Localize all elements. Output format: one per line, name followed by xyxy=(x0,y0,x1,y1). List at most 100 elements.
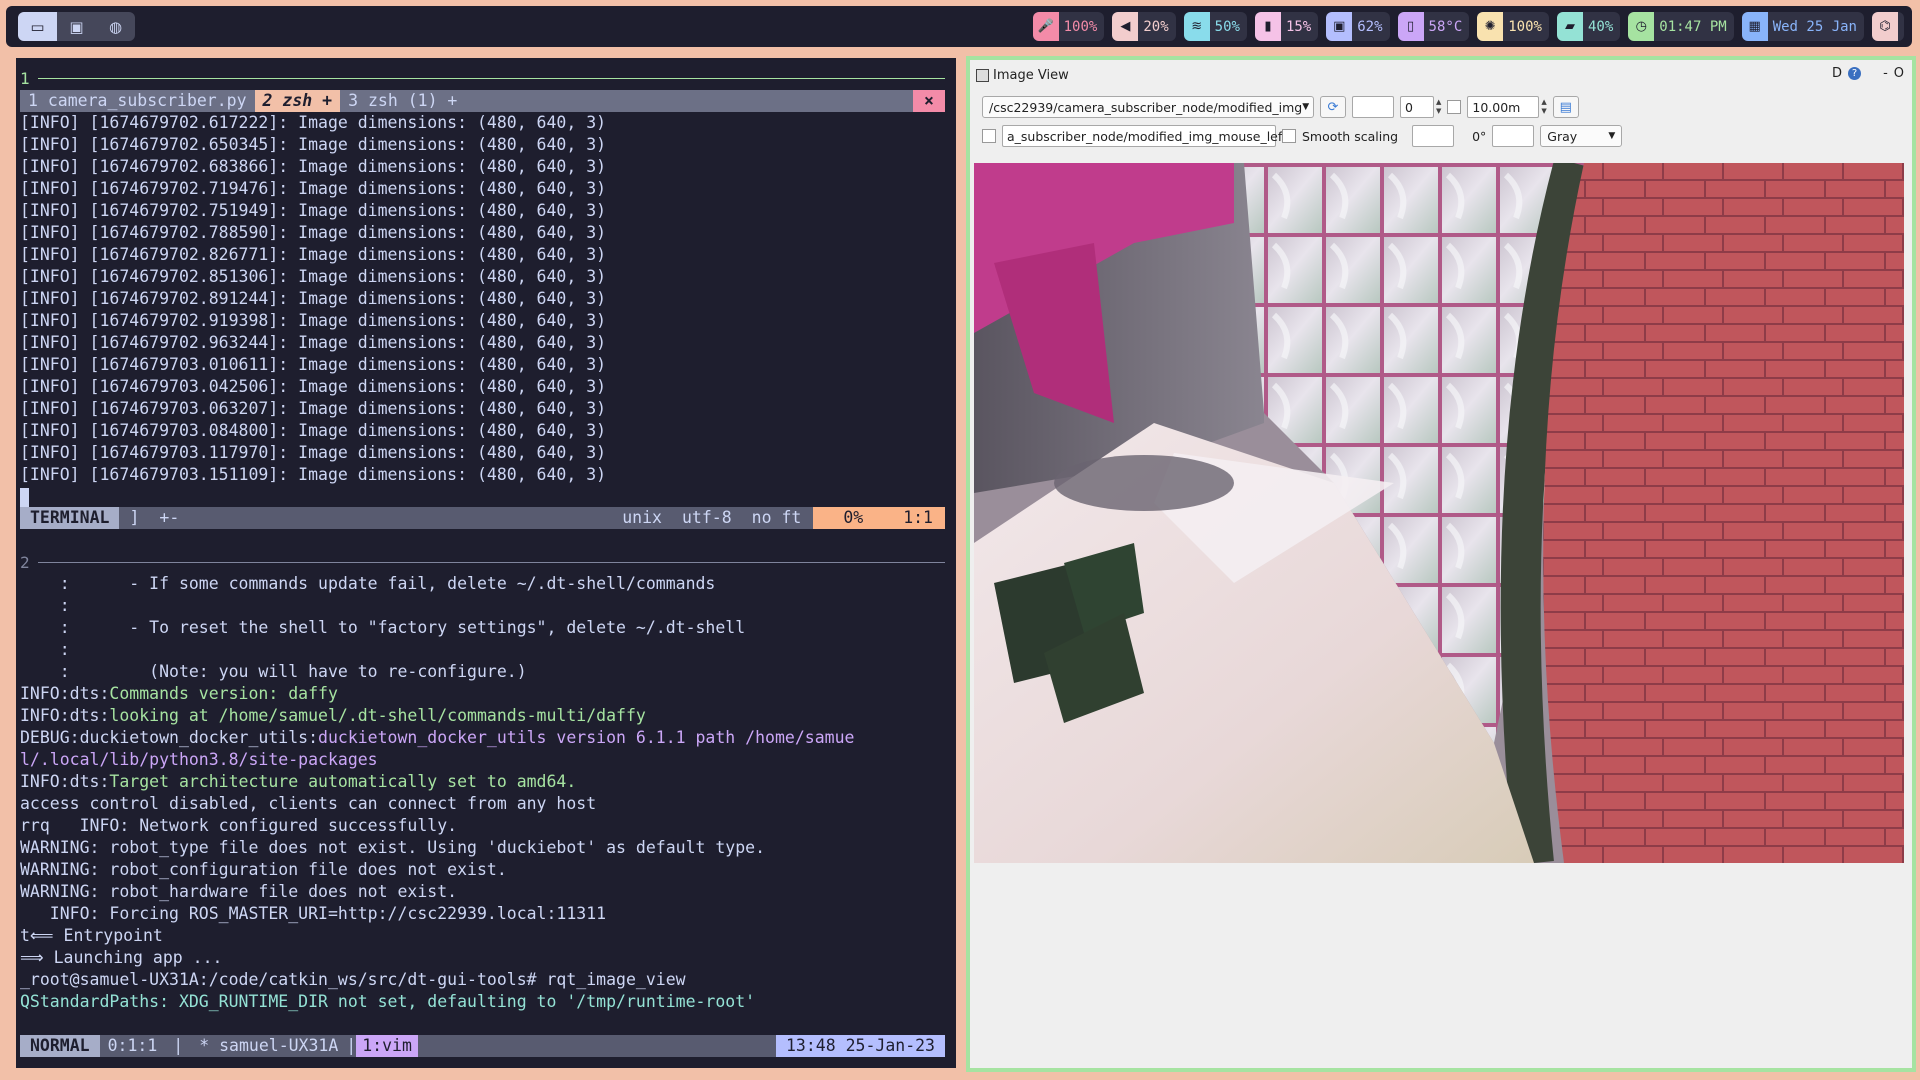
window-icon[interactable]: ▭ xyxy=(18,12,57,41)
status-percent: 0% xyxy=(843,508,864,527)
shell-line: INFO:dts:Target architecture automatical… xyxy=(20,771,854,793)
shell-line-text: QStandardPaths: XDG_RUNTIME_DIR not set,… xyxy=(20,992,756,1011)
globe-icon[interactable]: ◍ xyxy=(96,12,135,41)
status-value: 20% xyxy=(1143,18,1169,35)
status-value: 58°C xyxy=(1428,18,1463,35)
shell-line-text: looking at /home/samuel/.dt-shell/comman… xyxy=(109,706,646,725)
shell-line-prefix: WARNING: robot_configuration file does n… xyxy=(20,860,507,879)
log-line: [INFO] [1674679703.042506]: Image dimens… xyxy=(20,377,607,396)
tmux-session: 0:1:1 xyxy=(107,1036,158,1055)
status-bracket: ] xyxy=(129,508,140,527)
shell-line: WARNING: robot_hardware file does not ex… xyxy=(20,881,854,903)
window-separator-1: 1 xyxy=(20,67,945,89)
shell-line-prefix: INFO:dts: xyxy=(20,706,110,725)
help-icon[interactable]: ? xyxy=(1848,67,1862,80)
status-value: 62% xyxy=(1357,18,1383,35)
color-scheme-select[interactable]: Gray ▼ xyxy=(1540,125,1623,147)
value-field[interactable]: 0 xyxy=(1400,96,1434,118)
tmux-window-vim[interactable]: 1:vim xyxy=(356,1035,418,1057)
shell-line: access control disabled, clients can con… xyxy=(20,793,854,815)
blank-field-2[interactable] xyxy=(1412,125,1455,147)
log-line: [INFO] [1674679702.719476]: Image dimens… xyxy=(20,179,607,198)
tab-zsh-active[interactable]: 2 zsh + xyxy=(254,90,341,112)
max-range-field[interactable]: 10.00m xyxy=(1467,96,1540,118)
blank-field[interactable] xyxy=(1352,96,1394,118)
network-icon: ⌬ xyxy=(1872,12,1898,41)
text-cursor xyxy=(20,487,29,508)
mode-indicator: TERMINAL xyxy=(20,507,120,529)
status-right: unix utf-8 no ft 0% 1:1 xyxy=(612,507,945,529)
status-module[interactable]: ▮ 15% xyxy=(1254,12,1319,41)
status-module[interactable]: 🎤 100% xyxy=(1032,12,1105,41)
status-value: 100% xyxy=(1063,18,1098,35)
max-range-spinbox[interactable]: 10.00m ▲ ▼ xyxy=(1467,96,1547,118)
refresh-icon[interactable]: ⟳ xyxy=(1320,96,1346,118)
tmux-statusline: NORMAL 0:1:1 | * samuel-UX31A | 1:vim 13… xyxy=(20,1035,945,1057)
status-module[interactable]: ◀ 20% xyxy=(1112,12,1176,41)
log-output: [INFO] [1674679702.617222]: Image dimens… xyxy=(20,112,606,486)
close-tab-button[interactable]: × xyxy=(913,90,945,112)
vim-statusline: TERMINAL ] +- unix utf-8 no ft 0% 1:1 xyxy=(20,507,945,529)
status-module[interactable]: ◷ 01:47 PM xyxy=(1628,12,1734,41)
status-module[interactable]: ≋ 50% xyxy=(1183,12,1247,41)
calendar-icon: ▦ xyxy=(1741,12,1768,41)
thermometer-icon: ▯ xyxy=(1397,12,1424,41)
minimize-button[interactable]: - xyxy=(1883,66,1888,81)
window-number: 1 xyxy=(20,68,30,88)
mouse-topic-field[interactable]: a_subscriber_node/modified_img_mouse_lef… xyxy=(1002,125,1287,147)
status-value: Wed 25 Jan xyxy=(1772,18,1857,35)
mouse-publish-checkbox[interactable] xyxy=(982,129,996,143)
tab-camera-subscriber[interactable]: 1 camera_subscriber.py xyxy=(20,90,255,112)
battery-icon: ▰ xyxy=(1556,12,1583,41)
close-button[interactable]: O xyxy=(1894,66,1904,81)
range-checkbox[interactable] xyxy=(1447,100,1462,114)
brightness-icon: ✺ xyxy=(1477,12,1504,41)
status-module[interactable]: ▯ 58°C xyxy=(1397,12,1470,41)
log-line: [INFO] [1674679702.963244]: Image dimens… xyxy=(20,333,607,352)
shell-line: ⟹ Launching app ... xyxy=(20,947,854,969)
status-position: 1:1 xyxy=(903,508,933,527)
smooth-scaling-checkbox[interactable] xyxy=(1282,129,1296,143)
blank-field-3[interactable] xyxy=(1492,125,1535,147)
tmux-host: * samuel-UX31A xyxy=(199,1036,339,1055)
log-line: [INFO] [1674679703.084800]: Image dimens… xyxy=(20,421,607,440)
spin-arrows[interactable]: ▲ ▼ xyxy=(1436,98,1441,116)
log-line: [INFO] [1674679702.919398]: Image dimens… xyxy=(20,311,607,330)
shell-line: : (Note: you will have to re-configure.) xyxy=(20,661,854,683)
memory-icon: ▮ xyxy=(1254,12,1281,41)
value-spinbox[interactable]: 0 ▲ ▼ xyxy=(1400,96,1441,118)
shell-line-prefix: DEBUG:duckietown_docker_utils: xyxy=(20,728,319,747)
log-line: [INFO] [1674679702.826771]: Image dimens… xyxy=(20,245,607,264)
spin-arrows[interactable]: ▲ ▼ xyxy=(1541,98,1546,116)
shell-line: : - To reset the shell to "factory setti… xyxy=(20,617,854,639)
status-module[interactable]: ▰ 40% xyxy=(1556,12,1621,41)
status-module[interactable]: ✺ 100% xyxy=(1477,12,1549,41)
camera-image[interactable] xyxy=(974,163,1904,863)
shell-line-text: Target architecture automatically set to… xyxy=(109,772,577,791)
log-line: [INFO] [1674679702.788590]: Image dimens… xyxy=(20,223,607,242)
shell-line: INFO:dts:Commands version: daffy xyxy=(20,683,854,705)
window-title: Image View xyxy=(976,68,1069,83)
status-value: 40% xyxy=(1587,18,1614,35)
save-icon[interactable]: ▤ xyxy=(1552,96,1579,118)
dock-button[interactable]: D xyxy=(1832,66,1842,81)
shell-line: QStandardPaths: XDG_RUNTIME_DIR not set,… xyxy=(20,991,854,1013)
log-line: [INFO] [1674679703.151109]: Image dimens… xyxy=(20,465,607,484)
log-line: [INFO] [1674679702.851306]: Image dimens… xyxy=(20,267,607,286)
topic-select[interactable]: /csc22939/camera_subscriber_node/modifie… xyxy=(982,96,1314,118)
topic-select-value: /csc22939/camera_subscriber_node/modifie… xyxy=(989,99,1303,115)
terminal-icon[interactable]: ▣ xyxy=(57,12,96,41)
chevron-down-icon: ▼ xyxy=(1302,102,1310,112)
microphone-icon: 🎤 xyxy=(1032,12,1059,41)
shell-line-prefix: INFO:dts: xyxy=(20,684,110,703)
status-module[interactable]: ⌬ xyxy=(1872,12,1904,41)
wifi-icon: ≋ xyxy=(1183,12,1210,41)
shell-line: INFO: Forcing ROS_MASTER_URI=http://csc2… xyxy=(20,903,854,925)
window-controls: D ? - O xyxy=(1832,66,1904,81)
status-format: unix xyxy=(622,508,662,527)
shell-line-prefix: t⟸ Entrypoint xyxy=(20,926,163,945)
tab-zsh-1[interactable]: 3 zsh (1) + xyxy=(340,90,465,112)
status-module[interactable]: ▦ Wed 25 Jan xyxy=(1741,12,1864,41)
status-module[interactable]: ▣ 62% xyxy=(1326,12,1390,41)
status-value xyxy=(1898,12,1904,41)
